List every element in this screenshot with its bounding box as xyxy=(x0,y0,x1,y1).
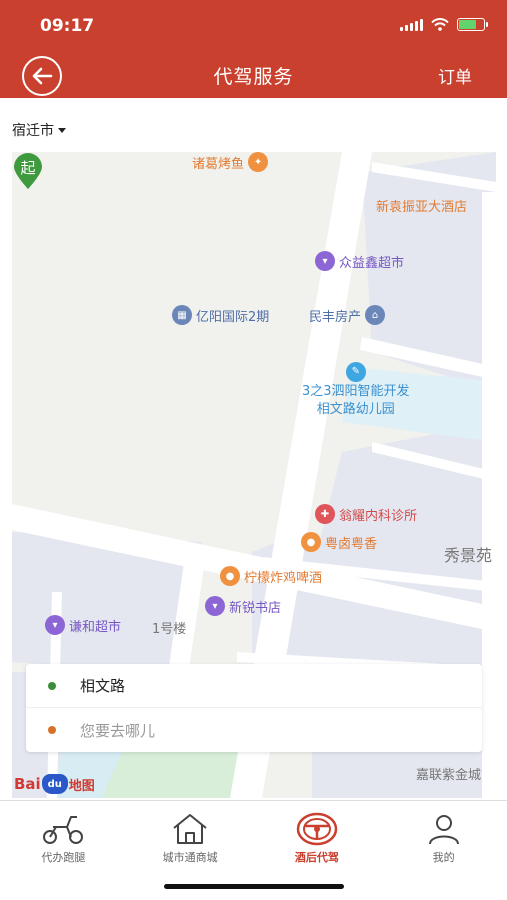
caret-down-icon xyxy=(58,127,66,133)
school-icon: ✎ xyxy=(345,362,366,382)
from-location-row[interactable]: 相文路 xyxy=(26,664,482,708)
poi-label: 1号楼 xyxy=(152,622,187,637)
poi-yuelu[interactable]: ● 粤卤粤香 xyxy=(301,532,377,552)
poi-yiyang[interactable]: ▦ 亿阳国际2期 xyxy=(172,305,269,325)
poi-label: 粤卤粤香 xyxy=(325,536,378,552)
poi-label: 柠檬炸鸡啤酒 xyxy=(244,570,323,586)
start-marker-label: 起 xyxy=(20,159,35,177)
realestate-icon: ⌂ xyxy=(365,305,386,325)
system-indicators xyxy=(400,18,488,31)
nav-bar: 代驾服务 订单 xyxy=(0,50,507,98)
poi-label: 谦和超市 xyxy=(69,619,122,635)
house-icon xyxy=(168,811,212,847)
shop-icon: ▾ xyxy=(315,251,335,271)
person-icon xyxy=(422,811,466,847)
poi-qianhe[interactable]: ▾ 谦和超市 xyxy=(45,615,121,635)
city-bar: 宿迁市 xyxy=(0,98,507,150)
poi-zhuge[interactable]: 诸葛烤鱼 ✦ xyxy=(192,152,269,172)
restaurant-icon: ✦ xyxy=(248,152,269,172)
city-name: 宿迁市 xyxy=(12,123,54,139)
scooter-icon xyxy=(41,811,85,847)
home-indicator[interactable] xyxy=(164,884,344,889)
tab-bar: 代办跑腿 城市通商城 酒后代驾 我的 xyxy=(0,800,507,872)
to-dot-icon xyxy=(48,726,56,734)
restaurant-icon: ● xyxy=(301,532,321,552)
baidu-logo-suffix: 地图 xyxy=(68,778,95,794)
poi-jialian[interactable]: 嘉联紫金城 xyxy=(416,764,481,783)
steering-wheel-icon xyxy=(295,811,339,847)
destination-placeholder: 您要去哪儿 xyxy=(80,721,156,740)
destination-row[interactable]: 您要去哪儿 xyxy=(26,708,482,752)
baidu-paw-icon: du xyxy=(41,774,68,794)
signal-icon xyxy=(400,18,423,31)
baidu-logo-text: Bai xyxy=(14,775,41,793)
poi-label: 众益鑫超市 xyxy=(339,255,405,271)
page-title: 代驾服务 xyxy=(213,66,294,88)
clinic-icon: ✚ xyxy=(315,504,335,524)
tab-label: 代办跑腿 xyxy=(41,851,86,864)
route-card: 相文路 您要去哪儿 xyxy=(26,664,482,752)
from-dot-icon xyxy=(48,681,56,690)
poi-minfeng[interactable]: 民丰房产 ⌂ xyxy=(309,305,386,325)
poi-wengyao[interactable]: ✚ 翁耀内科诊所 xyxy=(315,504,417,524)
restaurant-icon: ● xyxy=(220,566,240,586)
poi-label: 民丰房产 xyxy=(309,309,362,325)
poi-label: 新锐书店 xyxy=(229,600,282,616)
tab-label: 城市通商城 xyxy=(162,851,218,864)
tab-profile[interactable]: 我的 xyxy=(380,801,507,872)
poi-yihaolou[interactable]: 1号楼 xyxy=(152,618,186,637)
poi-zhongyi[interactable]: ▾ 众益鑫超市 xyxy=(315,251,404,271)
poi-label: 诸葛烤鱼 xyxy=(192,156,245,172)
poi-youeryuan[interactable]: ✎ 3之3泗阳智能开发 相文路幼儿园 xyxy=(302,362,410,418)
poi-xinyuan[interactable]: 新袁振亚大酒店 xyxy=(376,196,467,215)
poi-xinrui[interactable]: ▾ 新锐书店 xyxy=(205,596,281,616)
tab-label: 酒后代驾 xyxy=(294,851,339,864)
poi-label: 嘉联紫金城 xyxy=(416,768,482,783)
poi-xiujing[interactable]: 秀景苑 xyxy=(444,542,492,566)
poi-label: 翁耀内科诊所 xyxy=(339,508,418,524)
tab-designated-driver[interactable]: 酒后代驾 xyxy=(254,801,381,872)
poi-label: 亿阳国际2期 xyxy=(196,309,270,325)
tab-label: 我的 xyxy=(432,851,455,864)
status-bar: 09:17 xyxy=(0,0,507,50)
from-location: 相文路 xyxy=(80,677,126,695)
poi-label-line2: 相文路幼儿园 xyxy=(316,402,395,417)
poi-label: 新袁振亚大酒店 xyxy=(376,200,468,215)
status-time: 09:17 xyxy=(40,16,95,36)
shop-icon: ▾ xyxy=(205,596,225,616)
start-location-marker[interactable]: 起 xyxy=(12,152,44,190)
shop-icon: ▾ xyxy=(45,615,65,635)
tab-mall[interactable]: 城市通商城 xyxy=(127,801,254,872)
city-selector[interactable]: 宿迁市 xyxy=(12,120,66,140)
building-icon: ▦ xyxy=(172,305,192,325)
orders-link[interactable]: 订单 xyxy=(438,63,472,88)
wifi-icon xyxy=(431,18,449,31)
poi-label-line1: 3之3泗阳智能开发 xyxy=(302,384,410,399)
tab-errand[interactable]: 代办跑腿 xyxy=(0,801,127,872)
baidu-map-logo: Bai du 地图 xyxy=(14,774,95,794)
battery-icon xyxy=(457,18,488,31)
poi-label: 秀景苑 xyxy=(444,546,493,565)
poi-ningmeng[interactable]: ● 柠檬炸鸡啤酒 xyxy=(220,566,322,586)
